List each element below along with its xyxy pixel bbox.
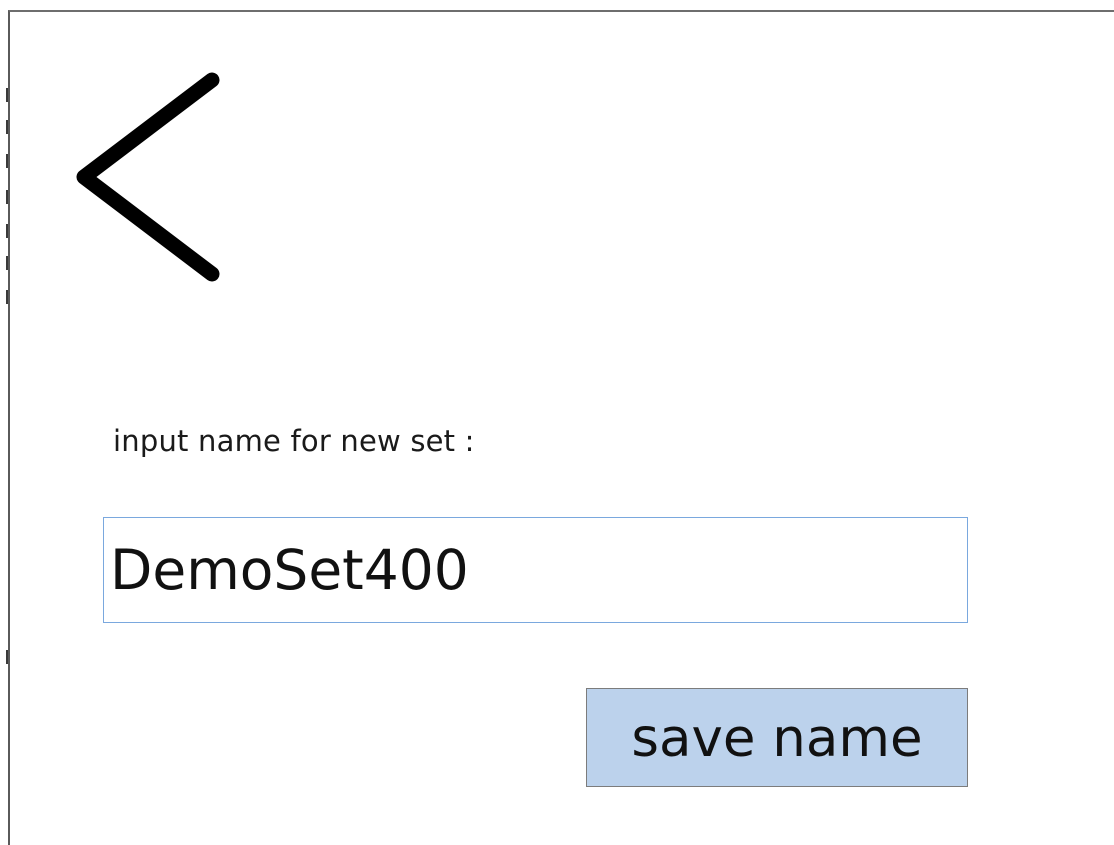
save-name-button[interactable]: save name xyxy=(586,688,968,787)
chevron-left-icon xyxy=(76,72,220,282)
back-button[interactable] xyxy=(70,66,230,288)
set-name-input[interactable] xyxy=(103,517,968,623)
set-name-prompt-label: input name for new set : xyxy=(113,424,475,458)
